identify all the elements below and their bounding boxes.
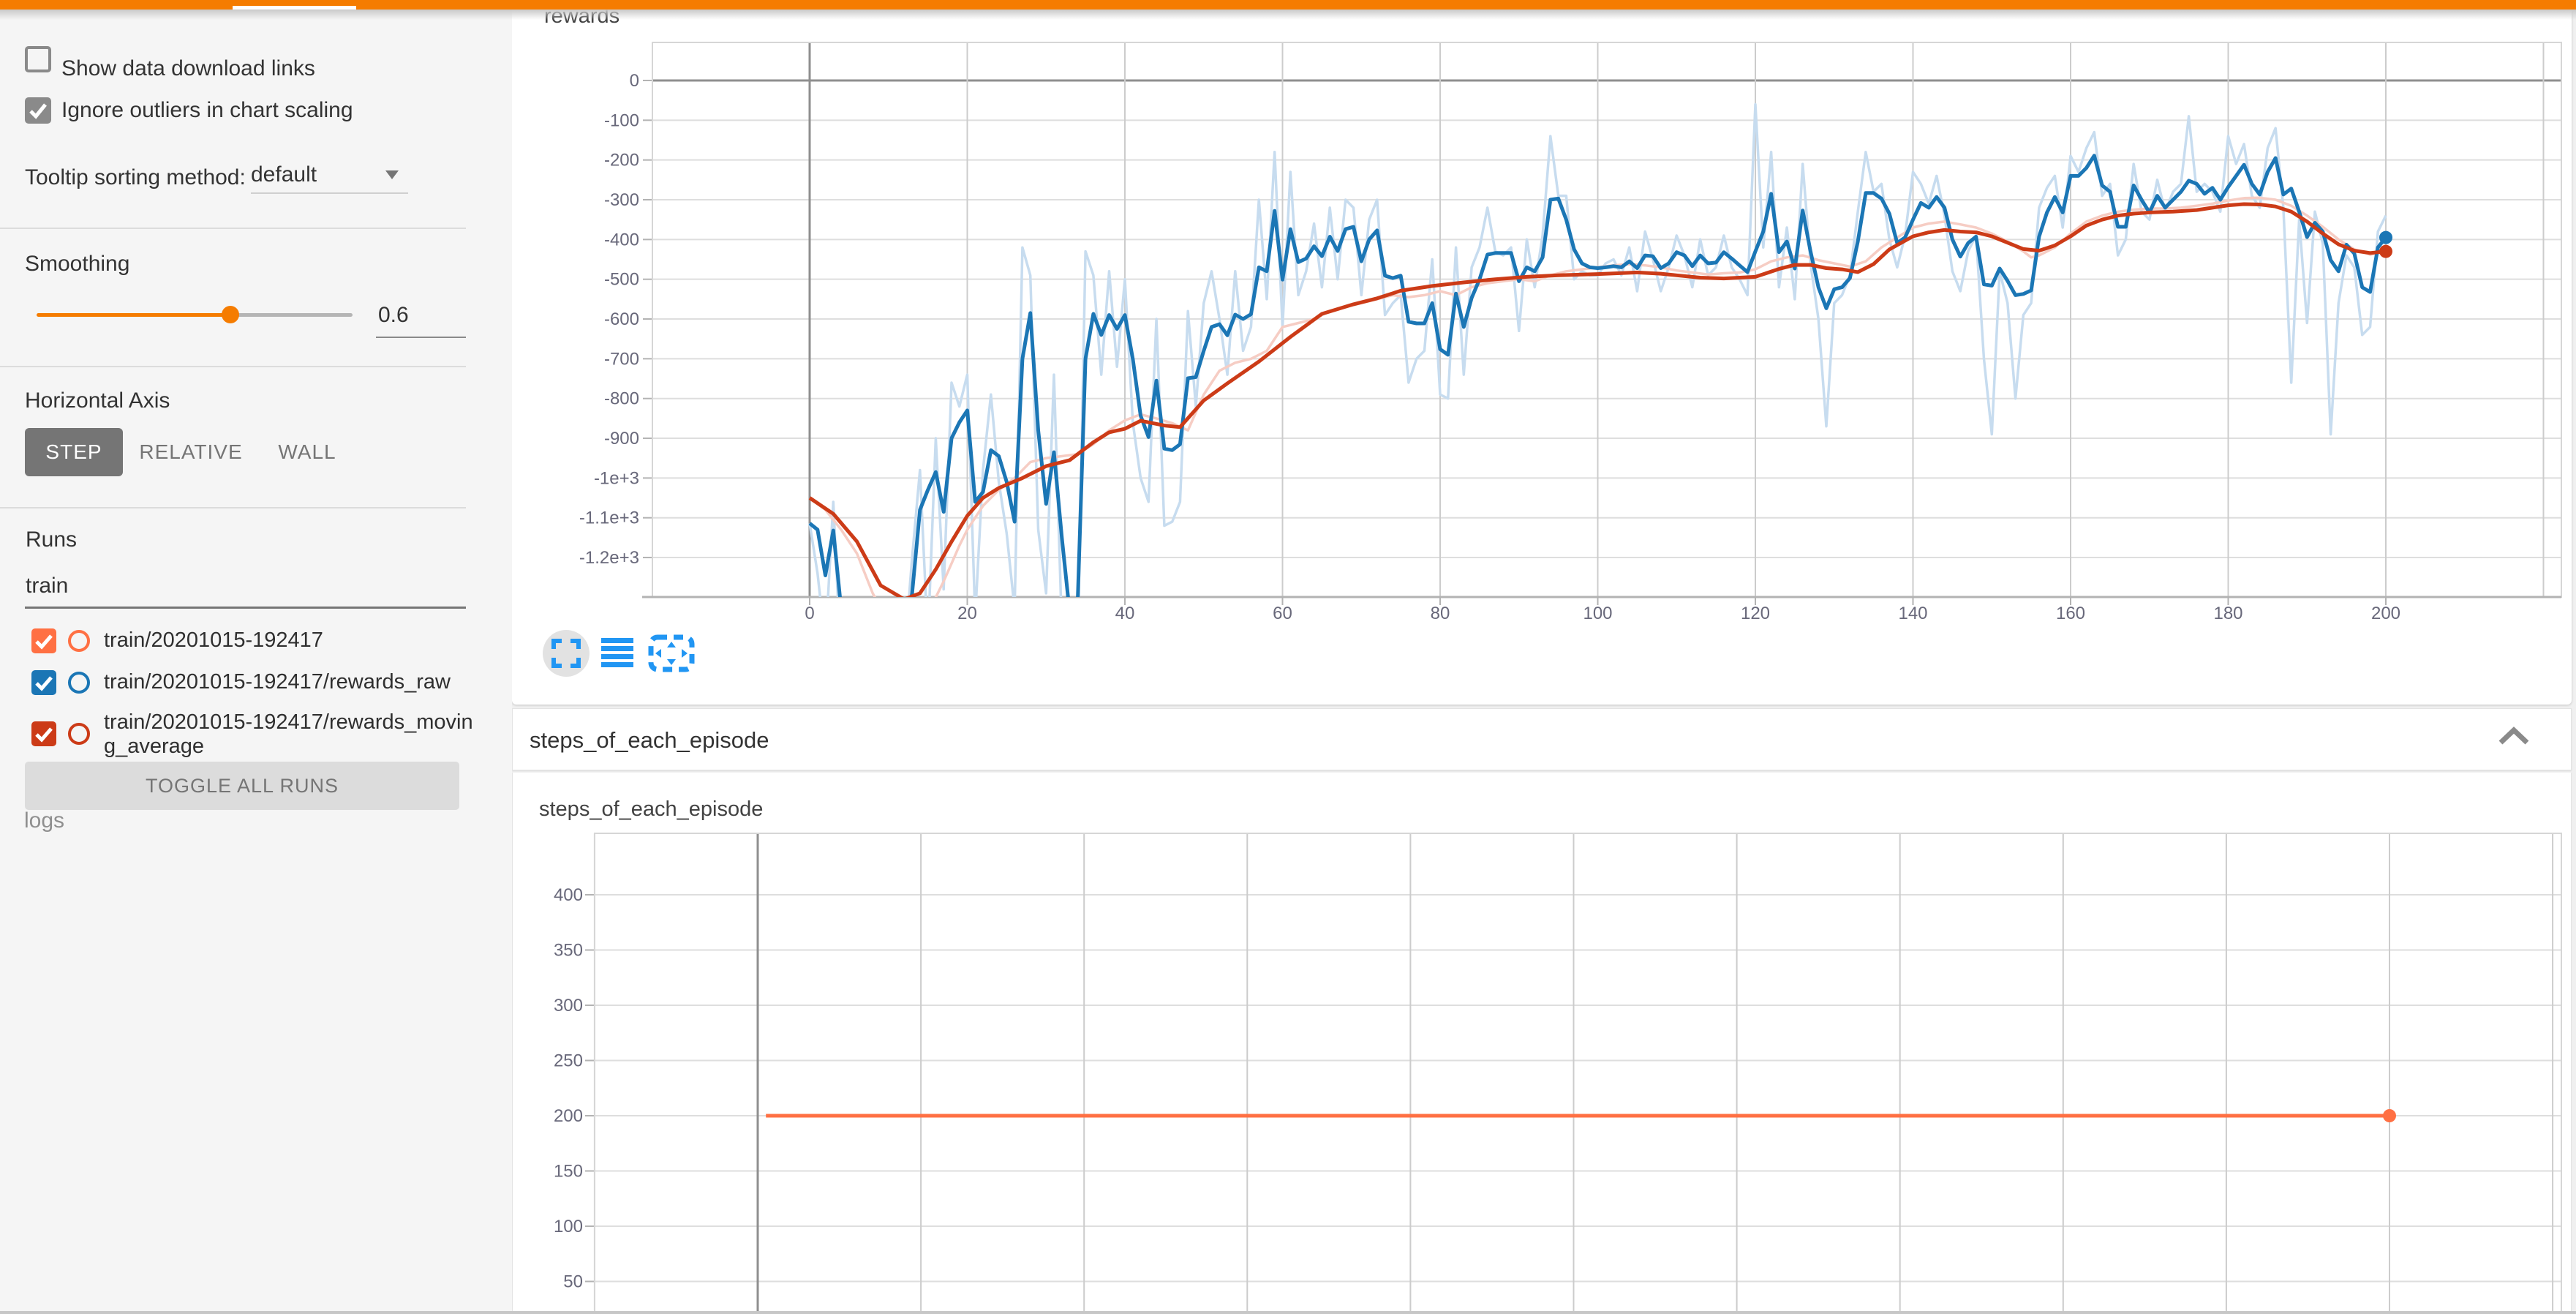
- check-icon: [31, 670, 56, 695]
- slider-thumb[interactable]: [222, 306, 239, 323]
- fullscreen-icon: [551, 638, 581, 669]
- log-axis-lines-icon: [600, 637, 635, 670]
- check-icon: [25, 97, 51, 124]
- sidebar-divider: [0, 507, 466, 508]
- collapse-button[interactable]: [2495, 725, 2533, 751]
- section-title: steps_of_each_episode: [530, 709, 769, 771]
- top-app-bar: [0, 0, 2576, 10]
- run-color-swatch[interactable]: [68, 630, 90, 652]
- smoothing-value-input[interactable]: 0.6: [376, 299, 466, 340]
- runs-label: Runs: [26, 524, 77, 556]
- tooltip-sorting-value: default: [251, 159, 317, 191]
- check-icon: [31, 628, 56, 653]
- run-label: train/20201015-192417/rewards_raw: [104, 670, 473, 694]
- active-tab-indicator: [233, 6, 356, 10]
- run-label: train/20201015-192417/rewards_moving_ave…: [104, 710, 473, 759]
- axis-option-wall[interactable]: WALL: [272, 428, 342, 476]
- section-header-steps-of-each-episode[interactable]: steps_of_each_episode: [512, 708, 2572, 770]
- run-color-swatch[interactable]: [68, 672, 90, 694]
- run-label: train/20201015-192417: [104, 628, 473, 653]
- slider-track-active: [37, 313, 230, 317]
- fullscreen-button[interactable]: [543, 630, 590, 677]
- smoothing-label: Smoothing: [25, 248, 129, 280]
- value-underline: [376, 337, 466, 338]
- check-icon: [31, 721, 56, 746]
- steps-chart-title: steps_of_each_episode: [539, 797, 763, 822]
- rewards-chart-card: [512, 10, 2572, 705]
- run-checkbox[interactable]: [31, 628, 56, 653]
- logs-label: logs: [24, 808, 64, 833]
- filter-underline: [25, 607, 466, 609]
- tooltip-sorting-label: Tooltip sorting method:: [25, 162, 246, 194]
- run-filter-input[interactable]: train: [25, 568, 466, 609]
- fit-domain-icon: [648, 634, 695, 672]
- settings-sidebar: Show data download links Ignore outliers…: [0, 10, 512, 1314]
- log-axis-button[interactable]: [600, 637, 635, 670]
- axis-option-relative[interactable]: RELATIVE: [143, 428, 238, 476]
- ignore-outliers-checkbox[interactable]: [25, 97, 51, 124]
- horizontal-axis-label: Horizontal Axis: [25, 385, 170, 417]
- smoothing-value: 0.6: [378, 299, 409, 331]
- slider-track-inactive: [230, 313, 353, 317]
- sidebar-divider: [0, 366, 466, 367]
- fit-domain-button[interactable]: [648, 634, 695, 672]
- sidebar-divider: [0, 228, 466, 229]
- top-bar-shadow: [0, 10, 2576, 20]
- run-filter-value: train: [26, 570, 68, 602]
- show-download-links-label: Show data download links: [61, 53, 315, 85]
- tooltip-sorting-dropdown[interactable]: default: [251, 156, 408, 197]
- show-download-links-checkbox[interactable]: [25, 46, 51, 72]
- smoothing-slider[interactable]: [37, 305, 353, 324]
- bottom-edge: [0, 1311, 2576, 1314]
- toggle-all-runs-button[interactable]: TOGGLE ALL RUNS: [25, 762, 459, 810]
- run-color-swatch[interactable]: [68, 723, 90, 745]
- steps-chart-card: [512, 773, 2572, 1314]
- chart-toolbar: [543, 628, 711, 679]
- axis-option-step[interactable]: STEP: [25, 428, 123, 476]
- chevron-up-icon: [2495, 725, 2533, 747]
- dropdown-underline: [251, 192, 408, 194]
- ignore-outliers-label: Ignore outliers in chart scaling: [61, 94, 353, 127]
- run-checkbox[interactable]: [31, 670, 56, 695]
- caret-down-icon: [385, 170, 399, 179]
- run-checkbox[interactable]: [31, 721, 56, 746]
